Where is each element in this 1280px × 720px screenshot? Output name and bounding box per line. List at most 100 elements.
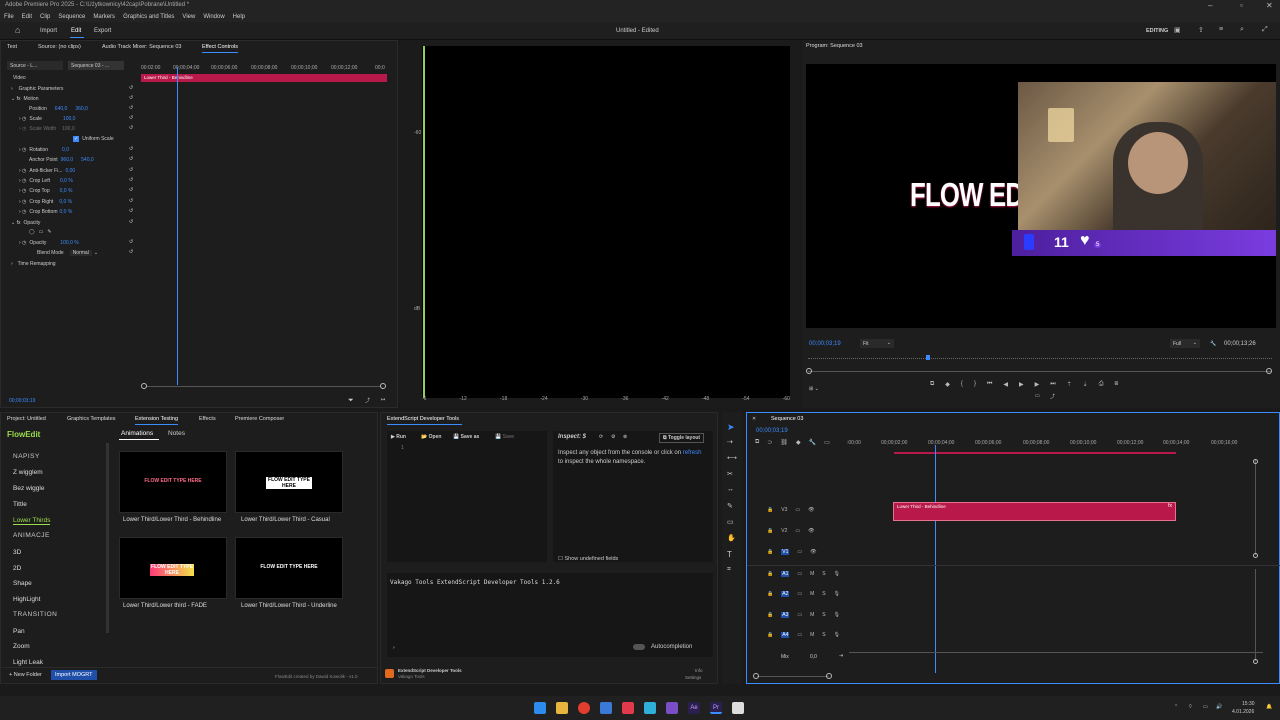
tab-project[interactable]: Project: Untitled [7, 416, 46, 422]
menu-clip[interactable]: Clip [40, 12, 50, 22]
import-mogrt-button[interactable]: Import MOGRT [51, 670, 97, 680]
timeline-settings-icon[interactable]: 🔧 [809, 439, 816, 446]
in-point-icon[interactable]: { [961, 381, 963, 388]
sync-icon[interactable]: ▭ [797, 591, 802, 597]
file-explorer-icon[interactable] [556, 702, 568, 714]
go-to-in-icon[interactable]: ⏮ [987, 381, 992, 388]
show-undefined-checkbox[interactable]: ☐ Show undefined fields [558, 556, 618, 562]
tab-text[interactable]: Text [7, 44, 17, 50]
category-item[interactable]: Shape [13, 580, 32, 587]
position-y-value[interactable]: 360,0 [75, 106, 88, 112]
category-item[interactable]: Light Leak [13, 659, 43, 666]
category-scrollbar[interactable] [106, 443, 109, 633]
program-scrollbar[interactable] [808, 371, 1272, 372]
mic-icon[interactable]: 🎙 [834, 591, 840, 597]
notifications-icon[interactable]: 🔔 [1266, 704, 1272, 710]
category-item[interactable]: Tittle [13, 501, 27, 508]
program-canvas[interactable]: FLOW EDI 11 ♥ 5 [806, 64, 1276, 328]
menu-markers[interactable]: Markers [93, 12, 115, 22]
save-as-button[interactable]: 💾 Save as [453, 434, 479, 440]
scale-value[interactable]: 100,0 [63, 116, 76, 122]
eye-icon[interactable]: 👁 [808, 507, 814, 513]
template-name[interactable]: Lower Third/Lower third - FADE [123, 603, 207, 609]
pen-tool-icon[interactable]: ✎ [727, 502, 733, 510]
category-item-active[interactable]: Lower Thirds [13, 517, 51, 525]
add-marker-icon[interactable]: ◆ [796, 439, 801, 446]
mix-value[interactable]: 0,0 [810, 654, 817, 660]
position-x-value[interactable]: 640,0 [55, 106, 68, 112]
ec-ruler[interactable]: 00:02:00 00;00;04;00 00;00;06;00 00;00;0… [141, 65, 389, 73]
snap-icon[interactable]: ⊃ [767, 439, 772, 446]
lock-icon[interactable]: 🔒 [767, 507, 773, 513]
close-tab-icon[interactable]: ✕ [752, 416, 756, 422]
app-icon[interactable] [644, 702, 656, 714]
video-scroll[interactable] [1255, 459, 1256, 555]
reset-icon[interactable]: ↺ [129, 249, 133, 255]
tab-extension-testing[interactable]: Extension Testing [135, 416, 178, 422]
audio-scroll[interactable] [1255, 569, 1256, 661]
extendscript-tab[interactable]: ExtendScript Developer Tools [387, 416, 459, 422]
menu-help[interactable]: Help [233, 12, 245, 22]
tray-chevron-icon[interactable]: ⌃ [1174, 704, 1178, 710]
ec-zoom-handle-right[interactable] [380, 383, 386, 389]
mic-icon[interactable]: 🎙 [834, 632, 840, 638]
linked-icon[interactable]: ⛓ [780, 439, 788, 446]
start-icon[interactable] [534, 702, 546, 714]
reset-icon[interactable]: ↺ [129, 208, 133, 214]
out-point-icon[interactable]: } [974, 381, 976, 388]
timeline-zoom-bar[interactable] [757, 676, 829, 677]
info-link[interactable]: Info [695, 668, 703, 673]
compare-icon[interactable]: ⧈ [1115, 381, 1119, 388]
tab-import[interactable]: Import [40, 28, 57, 34]
export-frame-icon[interactable]: ⤴ [365, 397, 370, 404]
eye-icon[interactable]: 👁 [810, 549, 816, 555]
console[interactable]: Vakago Tools ExtendScript Developer Tool… [387, 573, 713, 657]
tab-effects[interactable]: Effects [199, 416, 216, 422]
track-label[interactable]: A1 [781, 571, 790, 577]
timeline-clip[interactable]: Lower Third - Behindline fx [893, 502, 1176, 521]
reset-icon[interactable]: ↺ [129, 115, 133, 121]
safe-margins-icon[interactable]: ▭ [1035, 393, 1040, 399]
panels-icon[interactable]: ≡ [1219, 26, 1223, 33]
quality-select[interactable]: Full ⌄ [1170, 339, 1200, 348]
go-to-out-icon[interactable]: ⏭ [1050, 381, 1055, 388]
tab-export[interactable]: Export [94, 28, 111, 34]
ec-zoom-bar[interactable] [143, 386, 385, 387]
tab-source[interactable]: Source: (no clips) [38, 44, 81, 50]
menu-edit[interactable]: Edit [22, 12, 32, 22]
timeline-playhead[interactable] [935, 445, 936, 673]
template-name[interactable]: Lower Third/Lower Third - Casual [241, 517, 330, 523]
lock-icon[interactable]: 🔒 [767, 612, 773, 618]
track-label[interactable]: A4 [781, 632, 790, 638]
clock-time[interactable]: 15:30 [1242, 701, 1255, 707]
settings-link[interactable]: Settings [685, 675, 701, 680]
source-selector[interactable]: Source - L... [7, 61, 63, 70]
workspaces-icon[interactable]: ▣ [1174, 26, 1181, 34]
search-icon[interactable]: ⌕ [1240, 26, 1244, 34]
menu-view[interactable]: View [182, 12, 195, 22]
premiere-icon[interactable]: Pr [710, 702, 722, 714]
home-icon[interactable]: ⌂ [15, 25, 20, 35]
track-label[interactable]: V1 [781, 549, 790, 555]
app-icon[interactable] [600, 702, 612, 714]
reset-icon[interactable]: ↺ [129, 146, 133, 152]
reset-icon[interactable]: ↺ [129, 187, 133, 193]
tab-graphics-templates[interactable]: Graphics Templates [67, 416, 116, 422]
workspace-label[interactable]: EDITING [1146, 28, 1168, 34]
reset-icon[interactable]: ↺ [129, 105, 133, 111]
template-name[interactable]: Lower Third/Lower Third - Behindline [123, 517, 221, 523]
lock-icon[interactable]: 🔒 [767, 528, 773, 534]
minimize-icon[interactable]: – [1208, 1, 1212, 10]
mic-icon[interactable]: 🎙 [834, 612, 840, 618]
sync-icon[interactable]: ▭ [797, 632, 802, 638]
anchor-y-value[interactable]: 540,0 [81, 157, 94, 163]
tab-premiere-composer[interactable]: Premiere Composer [235, 416, 284, 422]
razor-tool-icon[interactable]: ✂ [727, 470, 733, 478]
program-timecode[interactable]: 00;00;03;19 [809, 341, 841, 347]
refresh-icon[interactable]: ⟳ [599, 434, 603, 440]
ripple-edit-tool-icon[interactable]: ⟷ [727, 454, 737, 462]
mic-icon[interactable]: 🎙 [834, 571, 840, 577]
tab-notes[interactable]: Notes [168, 430, 185, 437]
tab-audio-mixer[interactable]: Audio Track Mixer: Sequence 03 [102, 44, 182, 50]
filter-icon[interactable]: ⏷ [348, 397, 354, 405]
